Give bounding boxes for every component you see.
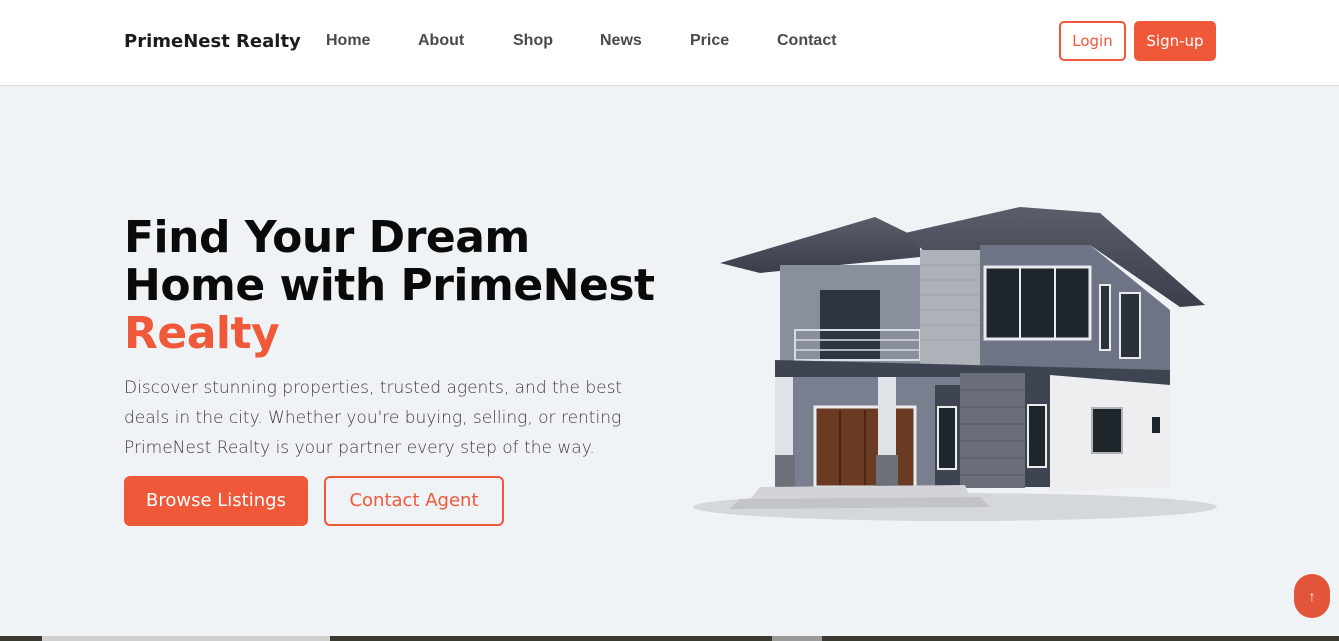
browse-listings-button[interactable]: Browse Listings [124,476,308,526]
nav-link-shop[interactable]: Shop [513,32,553,50]
brand-logo[interactable]: PrimeNest Realty [124,31,301,52]
hero-title-line1: Find Your Dream [124,212,530,263]
nav-link-home[interactable]: Home [326,32,370,50]
strip-segment-light [42,636,330,641]
scroll-top-button[interactable]: ↑ [1294,574,1330,618]
signup-button[interactable]: Sign-up [1134,21,1216,61]
hero-description: Discover stunning properties, trusted ag… [124,378,623,458]
hero-title-line2: Home with PrimeNest [124,260,655,311]
arrow-up-icon: ↑ [1308,588,1316,604]
nav-link-about[interactable]: About [418,32,464,50]
nav-link-price[interactable]: Price [690,32,729,50]
navbar: PrimeNest Realty Home About Shop News Pr… [0,0,1339,86]
hero-title: Find Your Dream Home with PrimeNest Real… [124,214,684,358]
login-button[interactable]: Login [1059,21,1126,61]
nav-link-contact[interactable]: Contact [777,32,837,50]
next-section-edge [0,636,1339,641]
hero-title-accent: Realty [124,308,280,359]
house-image [693,207,1217,521]
nav-link-news[interactable]: News [600,32,642,50]
strip-segment-grey [772,636,822,641]
contact-agent-button[interactable]: Contact Agent [324,476,504,526]
